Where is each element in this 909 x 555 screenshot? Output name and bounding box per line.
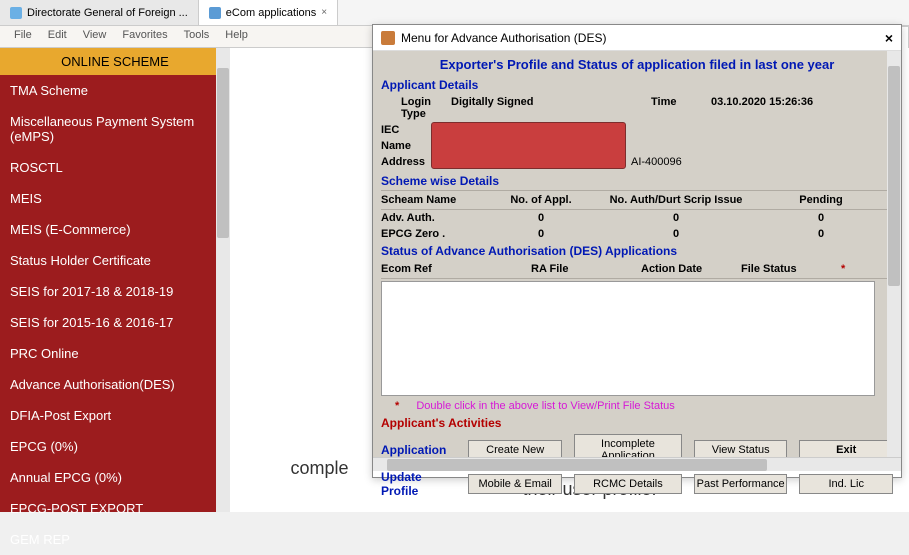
sidebar-item-gem-rep[interactable]: GEM REP <box>0 524 230 555</box>
sidebar-item-advance-auth[interactable]: Advance Authorisation(DES) <box>0 369 230 400</box>
sidebar-item-seis-1516[interactable]: SEIS for 2015-16 & 2016-17 <box>0 307 230 338</box>
scheme-table-header: Scheam Name No. of Appl. No. Auth/Durt S… <box>381 190 893 210</box>
redacted-block <box>431 122 626 169</box>
tab-label: Directorate General of Foreign ... <box>27 7 188 19</box>
close-icon[interactable]: × <box>885 30 893 46</box>
time-value: 03.10.2020 15:26:36 <box>711 96 813 120</box>
rcmc-button[interactable]: RCMC Details <box>574 474 682 494</box>
mobile-email-button[interactable]: Mobile & Email <box>468 474 562 494</box>
section-scheme-wise: Scheme wise Details <box>381 172 893 190</box>
tab-label: eCom applications <box>226 7 317 19</box>
sidebar-item-epcg[interactable]: EPCG (0%) <box>0 431 230 462</box>
sidebar-item-meis[interactable]: MEIS <box>0 183 230 214</box>
browser-tab-1[interactable]: Directorate General of Foreign ... <box>0 0 199 25</box>
sidebar: ONLINE SCHEME TMA Scheme Miscellaneous P… <box>0 48 230 512</box>
sidebar-item-annual-epcg[interactable]: Annual EPCG (0%) <box>0 462 230 493</box>
ind-lic-button[interactable]: Ind. Lic <box>799 474 893 494</box>
iec-label: IEC <box>381 124 431 136</box>
section-status: Status of Advance Authorisation (DES) Ap… <box>381 242 893 260</box>
sidebar-item-tma[interactable]: TMA Scheme <box>0 75 230 106</box>
login-type-value: Digitally Signed <box>451 96 651 120</box>
dialog-advance-authorisation: Menu for Advance Authorisation (DES) × E… <box>372 24 902 478</box>
menu-edit[interactable]: Edit <box>40 26 75 47</box>
application-label: Application <box>381 443 456 457</box>
scheme-row: EPCG Zero . 0 0 0 <box>381 226 893 242</box>
time-label: Time <box>651 96 711 120</box>
address-tail: AI-400096 <box>631 156 682 168</box>
menu-tools[interactable]: Tools <box>176 26 218 47</box>
dialog-titlebar: Menu for Advance Authorisation (DES) × <box>373 25 901 51</box>
sidebar-header: ONLINE SCHEME <box>0 48 230 75</box>
close-icon[interactable]: × <box>321 7 327 18</box>
sidebar-item-rosctl[interactable]: ROSCTL <box>0 152 230 183</box>
update-profile-label: Update Profile <box>381 470 456 498</box>
dialog-title: Menu for Advance Authorisation (DES) <box>401 31 606 45</box>
dialog-scrollbar-v[interactable] <box>887 51 901 457</box>
favicon <box>209 7 221 19</box>
menu-view[interactable]: View <box>75 26 115 47</box>
dialog-body: Exporter's Profile and Status of applica… <box>373 51 901 457</box>
past-performance-button[interactable]: Past Performance <box>694 474 788 494</box>
name-label: Name <box>381 140 431 152</box>
sidebar-item-epcg-post[interactable]: EPCG-POST EXPORT <box>0 493 230 524</box>
browser-tab-bar: Directorate General of Foreign ... eCom … <box>0 0 909 26</box>
sidebar-item-prc[interactable]: PRC Online <box>0 338 230 369</box>
status-table-header: Ecom Ref RA File Action Date File Status… <box>381 260 893 279</box>
address-label: Address <box>381 156 431 168</box>
page-heading: Exporter's Profile and Status of applica… <box>381 55 893 76</box>
section-applicant-details: Applicant Details <box>381 76 893 94</box>
java-icon <box>381 31 395 45</box>
section-activities: Applicant's Activities <box>381 414 893 432</box>
menu-help[interactable]: Help <box>217 26 256 47</box>
favicon <box>10 7 22 19</box>
browser-tab-2[interactable]: eCom applications × <box>199 0 338 25</box>
login-type-label: Login Type <box>381 96 451 120</box>
menu-file[interactable]: File <box>6 26 40 47</box>
sidebar-item-status-holder[interactable]: Status Holder Certificate <box>0 245 230 276</box>
dialog-scrollbar-h[interactable] <box>373 457 901 471</box>
sidebar-item-meis-ecom[interactable]: MEIS (E-Commerce) <box>0 214 230 245</box>
menu-favorites[interactable]: Favorites <box>114 26 175 47</box>
scheme-row: Adv. Auth. 0 0 0 <box>381 210 893 226</box>
sidebar-scrollbar[interactable] <box>216 48 230 512</box>
hint-row: * Double click in the above list to View… <box>381 398 893 414</box>
sidebar-item-dfia[interactable]: DFIA-Post Export <box>0 400 230 431</box>
sidebar-item-seis-1718[interactable]: SEIS for 2017-18 & 2018-19 <box>0 276 230 307</box>
status-listbox[interactable] <box>381 281 875 396</box>
sidebar-item-emps[interactable]: Miscellaneous Payment System (eMPS) <box>0 106 230 152</box>
